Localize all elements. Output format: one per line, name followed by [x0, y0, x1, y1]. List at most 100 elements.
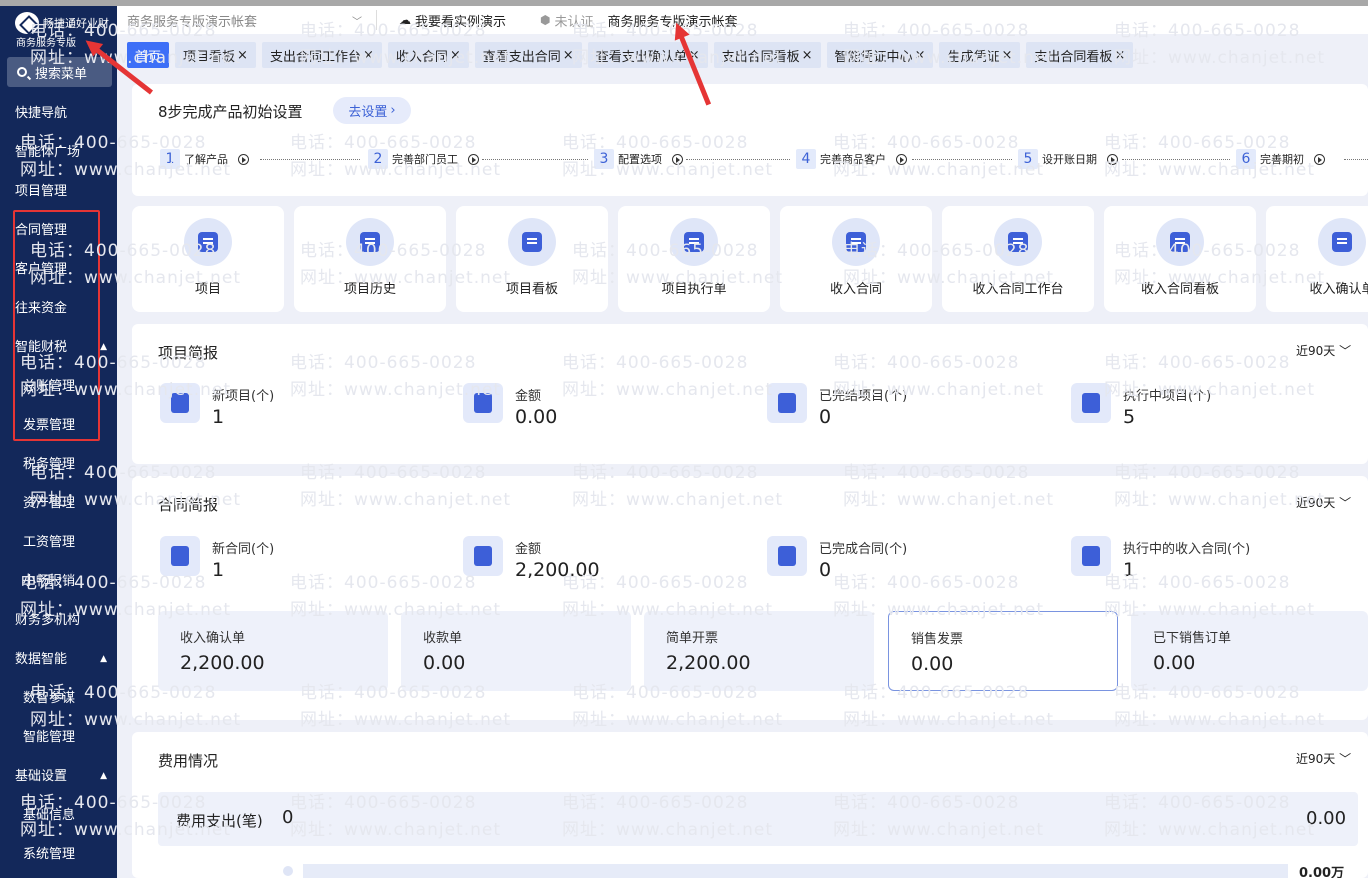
close-icon[interactable]: × — [450, 48, 461, 63]
contract-metric-card[interactable]: 销售发票 0.00 — [888, 611, 1118, 691]
sidebar-item[interactable]: 工资管理 — [0, 523, 117, 562]
project-range-select[interactable]: 近90天 ﹀ — [1296, 342, 1351, 359]
close-icon[interactable]: × — [363, 48, 374, 63]
metric-label: 已下销售订单 — [1153, 631, 1232, 646]
quick-access-label: 项目执行单 — [661, 282, 727, 297]
sidebar-item[interactable]: 基础设置 ▲ — [0, 757, 117, 796]
stat-text: 金额 2,200.00 — [515, 536, 600, 581]
setup-step[interactable]: 6 完善期初 — [1236, 149, 1325, 169]
contract-metric-card[interactable]: 收入确认单 2,200.00 — [158, 611, 388, 691]
play-icon[interactable] — [896, 153, 907, 165]
stat-value: 0 — [819, 406, 832, 428]
quick-access-item[interactable]: 项目看板 — [456, 206, 608, 312]
sidebar-item-label: 税务管理 — [23, 457, 76, 472]
sidebar-item[interactable]: 税务管理 — [0, 445, 117, 484]
sidebar-item[interactable]: 快捷导航 — [0, 94, 117, 133]
expense-range-select[interactable]: 近90天 ﹀ — [1296, 750, 1351, 767]
setup-step[interactable]: 4 完善商品客户 — [796, 149, 907, 169]
step-connector — [260, 159, 360, 160]
document-icon — [1170, 232, 1190, 252]
step-label: 完善商品客户 — [820, 153, 886, 166]
play-icon[interactable] — [672, 153, 683, 165]
menu-search-label: 搜索菜单 — [35, 66, 88, 82]
sidebar-item-label: 快捷导航 — [15, 106, 68, 121]
tab-item[interactable]: 项目看板 × — [175, 42, 256, 68]
demo-link-label: 我要看实例演示 — [415, 14, 507, 30]
cert-status[interactable]: ⬢ 未认证 — [540, 11, 594, 30]
quick-access-label: 项目历史 — [343, 282, 396, 297]
play-icon[interactable] — [1107, 153, 1118, 165]
sidebar-item[interactable]: 数据智能 ▲ — [0, 640, 117, 679]
contract-metric-card[interactable]: 收款单 0.00 — [401, 611, 631, 691]
close-icon[interactable]: × — [1114, 48, 1125, 63]
expense-bar-value: 0.00万 — [1299, 866, 1345, 878]
stat-label: 金额 — [515, 389, 542, 404]
sidebar-item[interactable]: 智能体广场 — [0, 133, 117, 172]
close-icon[interactable]: × — [802, 48, 813, 63]
setup-step[interactable]: 3 配置选项 — [594, 149, 683, 169]
go-setup-button[interactable]: 去设置 › — [333, 97, 411, 124]
quick-access-item[interactable]: 项目执行单 — [618, 206, 770, 312]
stat-item: 执行中项目(个) 5 — [1071, 383, 1211, 428]
tab-item[interactable]: 查看支出合同 × — [474, 42, 582, 68]
app-logo[interactable]: 畅捷通好业财 — [15, 12, 113, 34]
quick-access-item[interactable]: 收入合同看板 — [1104, 206, 1256, 312]
tab-item[interactable]: 支出合同看板 × — [1026, 42, 1134, 68]
tab-item[interactable]: 首页 — [127, 42, 170, 68]
tab-item[interactable]: 支出合同看板 × — [713, 42, 821, 68]
stat-label: 已完结项目(个) — [819, 389, 908, 404]
stat-value: 1 — [212, 559, 225, 581]
sidebar-item[interactable]: 项目管理 — [0, 172, 117, 211]
menu-search-button[interactable]: 搜索菜单 — [7, 57, 112, 87]
setup-step[interactable]: 2 完善部门员工 — [368, 149, 479, 169]
caret-up-icon: ▲ — [100, 654, 107, 664]
close-icon[interactable]: × — [563, 48, 574, 63]
close-icon[interactable]: × — [1001, 48, 1012, 63]
quick-access-item[interactable]: 收入合同 — [780, 206, 932, 312]
setup-step[interactable]: 5 设开账日期 — [1018, 149, 1118, 169]
quick-icon-circle — [670, 218, 718, 266]
quick-access-item[interactable]: 收入合同工作台 — [942, 206, 1094, 312]
quick-access-item[interactable]: 项目历史 — [294, 206, 446, 312]
quick-access-item[interactable]: 项目 — [132, 206, 284, 312]
sidebar-item[interactable]: 小畅报销 — [0, 562, 117, 601]
metric-value: 0.00 — [911, 653, 954, 675]
tab-label: 支出合同工作台 — [269, 49, 361, 65]
sidebar-item[interactable]: 财务多机构 — [0, 601, 117, 640]
expense-range-label: 近90天 — [1296, 752, 1336, 766]
contract-range-select[interactable]: 近90天 ﹀ — [1296, 494, 1351, 511]
account-select[interactable]: 商务服务专版演示帐套 ﹀ — [117, 10, 377, 30]
tab-item[interactable]: 收入合同 × — [387, 42, 469, 68]
play-icon[interactable] — [468, 153, 479, 165]
sidebar-item-label: 智能体广场 — [15, 145, 81, 160]
document-icon — [360, 232, 380, 252]
sidebar-item[interactable]: 系统管理 — [0, 835, 117, 874]
sidebar-item[interactable]: 基础信息 — [0, 796, 117, 835]
setup-step[interactable]: 1 了解产品 — [160, 149, 249, 169]
stat-icon — [1082, 546, 1100, 566]
stat-label: 已完成合同(个) — [819, 542, 908, 557]
play-icon[interactable] — [1314, 153, 1325, 165]
contract-metric-card[interactable]: 已下销售订单 0.00 — [1131, 611, 1368, 691]
close-icon[interactable]: × — [915, 48, 926, 63]
expense-count-label: 费用支出(笔) — [176, 812, 263, 830]
sidebar-item[interactable]: 资产管理 — [0, 484, 117, 523]
tab-item[interactable]: 智能凭证中心 × — [826, 42, 934, 68]
demo-link[interactable]: ☁ 我要看实例演示 — [399, 11, 506, 30]
tab-item[interactable]: 支出合同工作台 × — [261, 42, 382, 68]
sidebar-item-label: 项目管理 — [15, 184, 68, 199]
contract-range-label: 近90天 — [1296, 496, 1336, 510]
sidebar-item[interactable]: 智能管理 — [0, 718, 117, 757]
contract-metric-card[interactable]: 简单开票 2,200.00 — [644, 611, 874, 691]
sidebar-item-label: 财务多机构 — [15, 613, 81, 628]
sidebar-item[interactable]: 数智参谋 — [0, 679, 117, 718]
close-icon[interactable]: × — [237, 48, 248, 63]
quick-access-item[interactable]: 收入确认单 — [1266, 206, 1368, 312]
chevron-down-icon: ﹀ — [1339, 496, 1352, 510]
tab-label: 查看支出确认单 — [595, 49, 687, 65]
play-icon[interactable] — [238, 153, 249, 165]
tab-item[interactable]: 生成凭证 × — [939, 42, 1021, 68]
stat-label: 金额 — [515, 542, 542, 557]
step-number: 2 — [368, 149, 388, 169]
quick-access-label: 收入确认单 — [1309, 282, 1368, 297]
